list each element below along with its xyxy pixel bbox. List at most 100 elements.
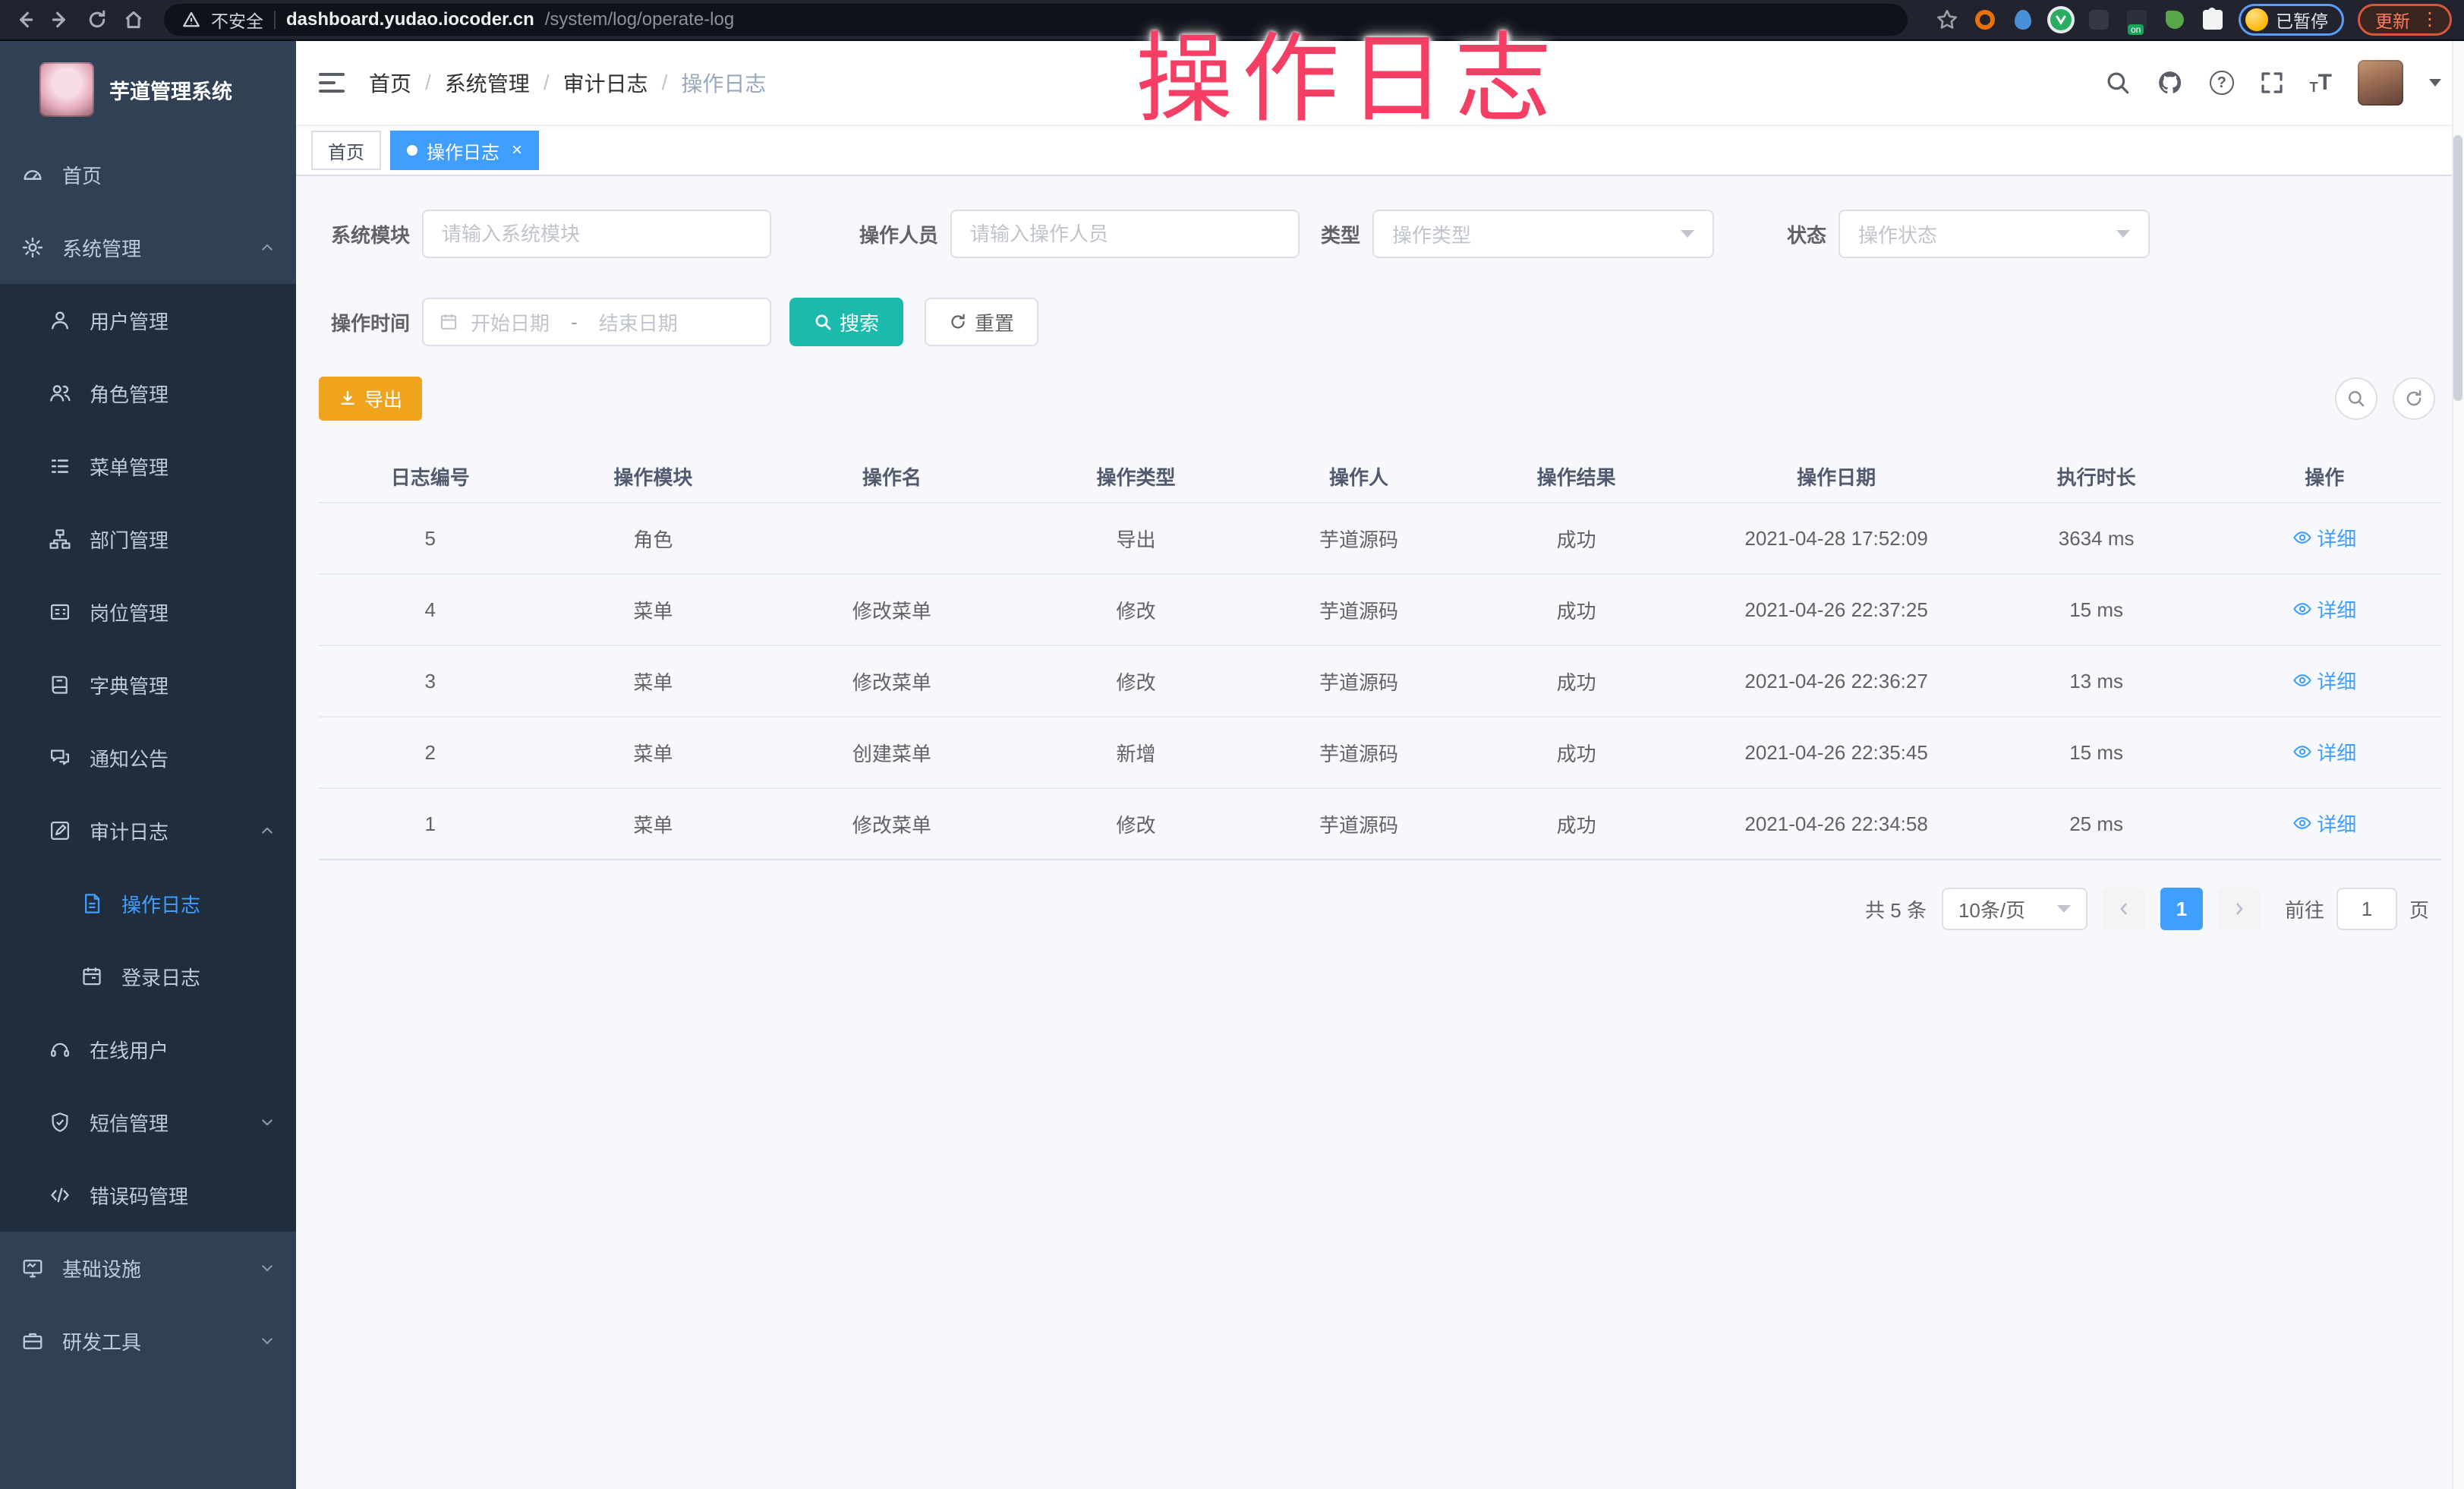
chevron-down-icon [260, 1115, 275, 1130]
detail-link[interactable]: 详细 [2292, 738, 2356, 766]
operate-log-table: 日志编号 操作模块 操作名 操作类型 操作人 操作结果 操作日期 执行时长 操作 [319, 451, 2441, 860]
tab-close-icon[interactable]: × [512, 140, 522, 161]
forward-icon[interactable] [49, 8, 73, 32]
date-range-picker[interactable]: 开始日期 - 结束日期 [422, 298, 771, 346]
sidebar-item-notices[interactable]: 通知公告 [0, 721, 296, 794]
not-secure-warning-icon [182, 11, 200, 29]
extension-green-v-icon[interactable] [2049, 8, 2073, 32]
cell-duration: 3634 ms [1985, 503, 2208, 574]
status-select[interactable]: 操作状态 [1839, 210, 2150, 258]
cell-date: 2021-04-26 22:34:58 [1687, 788, 1984, 860]
sidebar-item-devtools[interactable]: 研发工具 [0, 1304, 296, 1377]
extensions-puzzle-icon[interactable] [2201, 8, 2225, 32]
sidebar-item-login-log[interactable]: 登录日志 [0, 940, 296, 1013]
extension-gem-icon[interactable] [2087, 8, 2111, 32]
dictionary-icon [49, 674, 71, 696]
cell-operator: 芋道源码 [1252, 574, 1465, 645]
extension-orange-icon[interactable] [1973, 8, 1997, 32]
detail-link[interactable]: 详细 [2292, 524, 2356, 552]
browser-menu-kebab-icon[interactable]: ⋮ [2421, 11, 2439, 29]
profile-paused-badge[interactable]: 已暂停 [2239, 4, 2344, 36]
reload-icon[interactable] [85, 8, 109, 32]
page-scrollbar[interactable] [2452, 41, 2464, 1489]
browser-toolbar: on 已暂停 更新 ⋮ [1935, 4, 2452, 36]
cell-operator: 芋道源码 [1252, 503, 1465, 574]
cell-date: 2021-04-26 22:37:25 [1687, 574, 1984, 645]
fullscreen-icon[interactable] [2260, 71, 2284, 95]
font-size-icon[interactable]: TT [2310, 71, 2332, 94]
module-input-field[interactable] [442, 222, 751, 246]
help-icon[interactable]: ? [2210, 71, 2234, 95]
eye-icon [2292, 670, 2312, 690]
extension-leaf-icon[interactable] [2163, 8, 2187, 32]
sidebar-item-roles[interactable]: 角色管理 [0, 357, 296, 430]
page-size-select[interactable]: 10条/页 [1942, 888, 2087, 930]
cell-module: 菜单 [542, 717, 765, 788]
page-jumper: 前往 页 [2285, 888, 2429, 930]
cell-type: 修改 [1019, 788, 1253, 860]
page-jumper-input[interactable] [2336, 888, 2397, 930]
operator-input[interactable] [950, 210, 1300, 258]
sidebar-item-infra[interactable]: 基础设施 [0, 1232, 296, 1304]
cell-name: 修改菜单 [764, 645, 1019, 717]
sidebar-item-posts[interactable]: 岗位管理 [0, 576, 296, 648]
bookmark-star-icon[interactable] [1935, 8, 1959, 32]
extension-blue-icon[interactable] [2011, 8, 2035, 32]
detail-link[interactable]: 详细 [2292, 595, 2356, 623]
current-page[interactable]: 1 [2160, 888, 2203, 930]
breadcrumb-home[interactable]: 首页 [369, 68, 411, 98]
col-module: 操作模块 [542, 451, 765, 503]
sidebar-item-home[interactable]: 首页 [0, 138, 296, 211]
col-name: 操作名 [764, 451, 1019, 503]
chevron-up-icon [260, 240, 275, 255]
prev-page-button[interactable] [2103, 888, 2145, 930]
operator-input-field[interactable] [970, 222, 1280, 246]
sidebar-item-audit-log[interactable]: 审计日志 [0, 794, 296, 867]
sidebar-collapse-icon[interactable] [319, 73, 345, 93]
scrollbar-thumb[interactable] [2453, 135, 2462, 401]
breadcrumb-audit[interactable]: 审计日志 [563, 68, 648, 98]
chevron-down-icon [260, 1260, 275, 1276]
sidebar-item-menus[interactable]: 菜单管理 [0, 430, 296, 503]
show-search-toggle-button[interactable] [2335, 377, 2377, 420]
screenshot-root: 不安全 dashboard.yudao.iocoder.cn /system/l… [0, 0, 2464, 1489]
search-button[interactable]: 搜索 [789, 298, 903, 346]
app-logo[interactable]: 芋道管理系统 [0, 41, 296, 138]
eye-icon [2292, 742, 2312, 762]
sidebar-item-dictionary[interactable]: 字典管理 [0, 648, 296, 721]
refresh-table-button[interactable] [2393, 377, 2435, 420]
export-button[interactable]: 导出 [319, 377, 422, 421]
home-icon[interactable] [121, 8, 146, 32]
tab-home[interactable]: 首页 [311, 131, 381, 170]
detail-link[interactable]: 详细 [2292, 809, 2356, 838]
address-bar[interactable]: 不安全 dashboard.yudao.iocoder.cn /system/l… [164, 4, 1908, 36]
reset-button[interactable]: 重置 [925, 298, 1038, 346]
sidebar-item-online-users[interactable]: 在线用户 [0, 1013, 296, 1086]
user-menu-caret-icon[interactable] [2429, 79, 2441, 87]
user-avatar[interactable] [2358, 60, 2403, 106]
devtool-icon [21, 1330, 44, 1352]
back-icon[interactable] [12, 8, 36, 32]
sidebar-item-system[interactable]: 系统管理 [0, 211, 296, 284]
module-input[interactable] [422, 210, 771, 258]
profile-emoji-avatar [2245, 8, 2268, 31]
next-page-button[interactable] [2218, 888, 2261, 930]
search-icon [814, 313, 832, 331]
github-icon[interactable] [2157, 69, 2184, 96]
online-user-icon [49, 1038, 71, 1061]
browser-update-button[interactable]: 更新 ⋮ [2358, 4, 2452, 36]
type-select[interactable]: 操作类型 [1372, 210, 1714, 258]
search-icon[interactable] [2105, 70, 2131, 96]
sidebar-item-sms[interactable]: 短信管理 [0, 1086, 296, 1159]
breadcrumb-system[interactable]: 系统管理 [445, 68, 530, 98]
sidebar-item-users[interactable]: 用户管理 [0, 284, 296, 357]
sidebar-item-departments[interactable]: 部门管理 [0, 503, 296, 576]
detail-link[interactable]: 详细 [2292, 667, 2356, 695]
tab-operate-log[interactable]: 操作日志 × [390, 131, 539, 170]
update-label: 更新 [2375, 7, 2410, 33]
active-tab-dot [407, 145, 417, 156]
sidebar-item-error-codes[interactable]: 错误码管理 [0, 1159, 296, 1232]
col-date: 操作日期 [1687, 451, 1984, 503]
sidebar-item-operate-log[interactable]: 操作日志 [0, 867, 296, 940]
extension-on-badge-icon[interactable]: on [2125, 8, 2149, 32]
